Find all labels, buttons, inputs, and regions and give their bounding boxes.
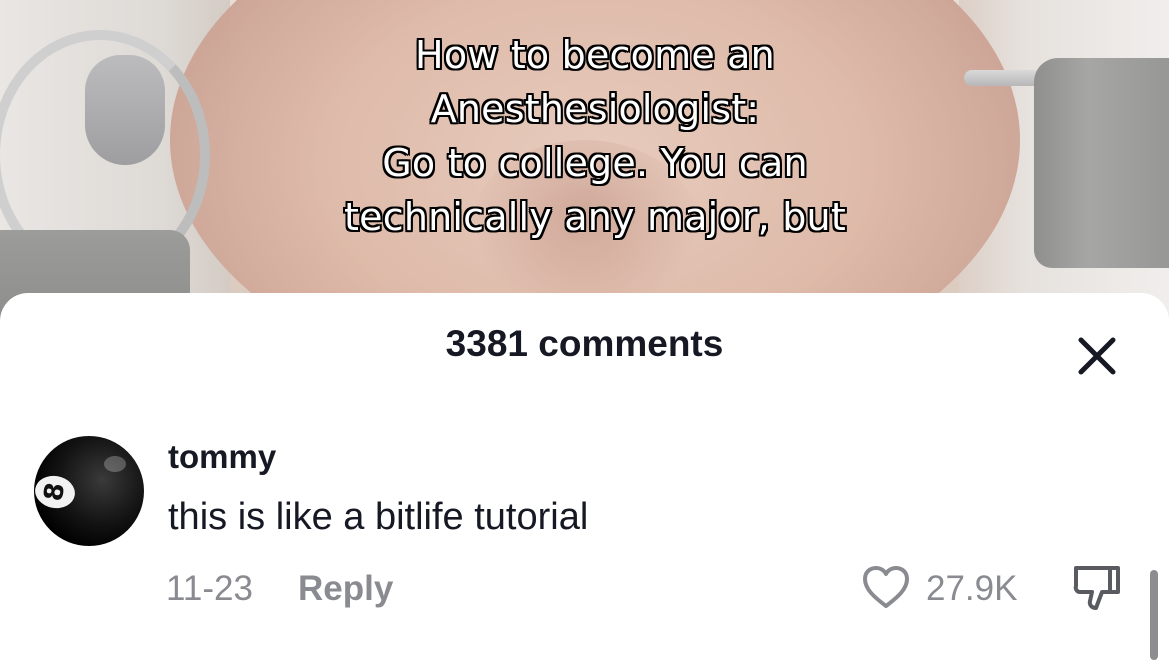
video-background[interactable]: How to become an Anesthesiologist: Go to… (0, 0, 1169, 330)
comment-text: this is like a bitlife tutorial (168, 496, 589, 538)
reply-button[interactable]: Reply (298, 569, 393, 609)
avatar[interactable]: 8 (34, 436, 144, 546)
close-button[interactable] (1072, 331, 1122, 381)
caption-line: Anesthesiologist: (430, 87, 760, 131)
like-button[interactable] (860, 562, 912, 614)
dislike-button[interactable] (1068, 560, 1126, 618)
comments-sheet: 3381 comments 8 tommy this is like a bit… (0, 293, 1169, 656)
comment-item: 8 tommy this is like a bitlife tutorial … (0, 428, 1169, 656)
caption-line: How to become an (415, 33, 775, 77)
towel-hook (85, 55, 165, 165)
thumbs-down-icon (1073, 566, 1120, 610)
comments-count-title: 3381 comments (445, 323, 724, 364)
comment-date: 11-23 (166, 569, 253, 608)
like-count: 27.9K (926, 569, 1018, 608)
avatar-shine (104, 456, 126, 472)
scrollbar[interactable] (1150, 570, 1158, 660)
video-caption: How to become an Anesthesiologist: Go to… (160, 28, 1030, 244)
heart-icon (863, 566, 909, 608)
comment-username[interactable]: tommy (168, 438, 276, 476)
towel-right (1034, 58, 1169, 268)
close-icon (1078, 337, 1116, 375)
caption-line: Go to college. You can (382, 141, 808, 185)
eight-ball-badge: 8 (34, 472, 78, 512)
caption-line: technically any major, but (344, 195, 846, 239)
